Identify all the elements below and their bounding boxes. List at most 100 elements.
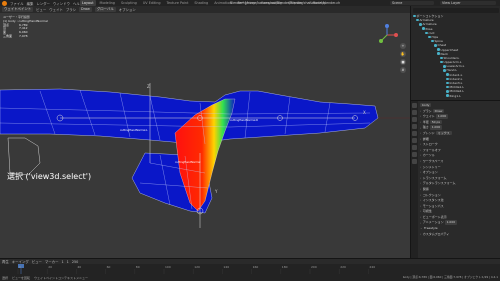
modifier-tab-icon[interactable] <box>412 145 417 150</box>
data-tab-icon[interactable] <box>412 152 417 157</box>
output-tab-icon[interactable] <box>412 117 417 122</box>
menu-window[interactable]: ウィンドウ <box>53 1 70 6</box>
prop-value[interactable]: ミックス <box>435 130 452 136</box>
bone-icon <box>425 31 428 34</box>
chevron-right-icon: › <box>420 220 422 225</box>
prop-label: 関係 <box>422 186 429 191</box>
chevron-right-icon: › <box>420 214 422 219</box>
object-tab-icon[interactable] <box>412 138 417 143</box>
prop-value[interactable]: 1.000 <box>429 125 443 130</box>
timeline-tick-label: 80 <box>136 265 140 269</box>
orientation-selector[interactable]: グローバル <box>94 7 116 12</box>
current-frame-field[interactable]: 1 <box>61 260 63 264</box>
options-menu[interactable]: オプション <box>119 7 136 12</box>
axis-letter-z: Z <box>147 84 150 89</box>
outliner-item[interactable]: Ring1.L <box>413 94 499 98</box>
viewport-canvas[interactable]: Z Y X cuttingHandNormal.L cuttingHandNor… <box>0 13 410 258</box>
chevron-right-icon: › <box>420 136 422 141</box>
chevron-right-icon: › <box>420 108 422 113</box>
brush-selector[interactable]: Draw <box>78 7 92 12</box>
blender-logo-icon[interactable] <box>2 0 7 6</box>
prop-value[interactable]: Draw <box>432 108 445 113</box>
end-frame-field[interactable]: 250 <box>72 260 78 264</box>
prop-label: コレクション <box>422 192 441 197</box>
status-hint-context: ウェイトペイントコンテキストメニュー <box>34 275 88 280</box>
chevron-right-icon: › <box>420 114 422 119</box>
material-tab-icon[interactable] <box>412 159 417 164</box>
properties-tab-bar <box>411 101 418 261</box>
pose-icon <box>422 27 425 30</box>
camera-icon[interactable]: ■ <box>400 59 406 65</box>
bone-label: cuttingHandNormal.L <box>120 128 148 132</box>
menu-file[interactable]: ファイル <box>10 1 24 6</box>
bone-icon <box>437 48 440 51</box>
grid-icon[interactable]: # <box>400 67 406 73</box>
armature-icon <box>416 18 419 22</box>
collection-icon <box>413 14 416 18</box>
prop-value[interactable]: 1.000 <box>435 114 449 119</box>
prop-label: カーソル <box>422 153 435 158</box>
timeline-tick-label: 240 <box>369 265 375 269</box>
axis-letter-y: Y <box>214 189 218 194</box>
prop-label: ウェイト <box>422 114 435 119</box>
prop-label: カスタムプロパティ <box>422 231 450 236</box>
timeline-tick-label: 200 <box>311 265 317 269</box>
menu-weight[interactable]: ウェイト <box>49 7 63 12</box>
menu-view[interactable]: ビュー <box>36 7 46 12</box>
prop-label: インスタンス化 <box>422 198 444 203</box>
prop-value[interactable]: 50 px <box>429 119 443 125</box>
prop-value[interactable]: 1.000 <box>444 220 458 225</box>
bone-icon <box>434 44 437 47</box>
view-layer-name: View Layer <box>442 0 461 5</box>
chevron-right-icon: › <box>420 119 422 124</box>
prop-label: ワークスペース <box>422 158 444 163</box>
timeline-tick-label: 100 <box>165 265 171 269</box>
outliner-search-input[interactable] <box>413 8 499 13</box>
scene-tab-icon[interactable] <box>412 124 417 129</box>
viewport-stats: ユーザー・平行投影 (1) body : cuttingHandNormal 頂… <box>3 15 63 39</box>
zoom-icon[interactable]: + <box>400 43 406 49</box>
chevron-right-icon: › <box>420 158 422 163</box>
chevron-right-icon: › <box>420 209 422 214</box>
prop-label: シンメトリー <box>422 164 441 169</box>
scene-selector[interactable]: Scene <box>390 0 434 6</box>
prop-label: トランスフォーム <box>422 175 447 180</box>
bone-icon <box>446 81 449 85</box>
prop-label: ブレンド <box>422 131 435 136</box>
pan-hand-icon[interactable]: ✋ <box>400 51 406 57</box>
bone-icon <box>440 60 443 64</box>
outliner-item-label: Ring1.L <box>449 93 461 98</box>
object-name-field[interactable]: body <box>420 103 432 108</box>
3d-viewport[interactable]: Z Y X cuttingHandNormal.L cuttingHandNor… <box>0 13 410 258</box>
bone-label: cuttingHandNormal <box>175 160 201 164</box>
prop-label: ストローク <box>422 142 438 147</box>
timeline-tick-label: 40 <box>77 265 81 269</box>
prop-label: デルタトランスフォーム <box>422 181 456 186</box>
status-hint-rotate: ビューを回転 <box>12 275 31 280</box>
bone-icon <box>443 65 446 68</box>
chevron-right-icon: › <box>420 131 422 136</box>
start-frame-field[interactable]: 1 <box>67 260 69 264</box>
render-tab-icon[interactable] <box>412 110 417 115</box>
menu-render[interactable]: レンダー <box>36 1 50 6</box>
mode-selector[interactable]: ウェイトペイント <box>2 7 34 12</box>
menu-brush[interactable]: ブラシ <box>66 7 76 12</box>
tool-tab-icon[interactable] <box>412 103 417 108</box>
bone-icon <box>446 85 449 89</box>
side-object-outline <box>7 137 41 176</box>
world-tab-icon[interactable] <box>412 131 417 136</box>
prop-label: Freestyle <box>424 226 438 231</box>
menu-edit[interactable]: 編集 <box>27 1 34 6</box>
section-custom-props[interactable]: › カスタムプロパティ <box>420 232 500 238</box>
bone-icon <box>446 73 449 76</box>
status-stats: body | 頂点:6,789 | 面:6,060 | 三角面:7,978 | … <box>402 275 498 279</box>
chevron-right-icon: › <box>420 142 422 147</box>
timeline-tick-label: 140 <box>223 265 229 269</box>
chevron-right-icon: › <box>420 192 422 197</box>
view-layer-selector[interactable]: View Layer <box>440 0 496 6</box>
navigation-gizmo[interactable] <box>375 23 399 47</box>
timeline-tick-label: 0 <box>19 265 21 269</box>
bone-icon <box>440 56 443 60</box>
prop-label: 強さ <box>422 125 429 130</box>
stat-key: 三角面 <box>3 33 13 38</box>
